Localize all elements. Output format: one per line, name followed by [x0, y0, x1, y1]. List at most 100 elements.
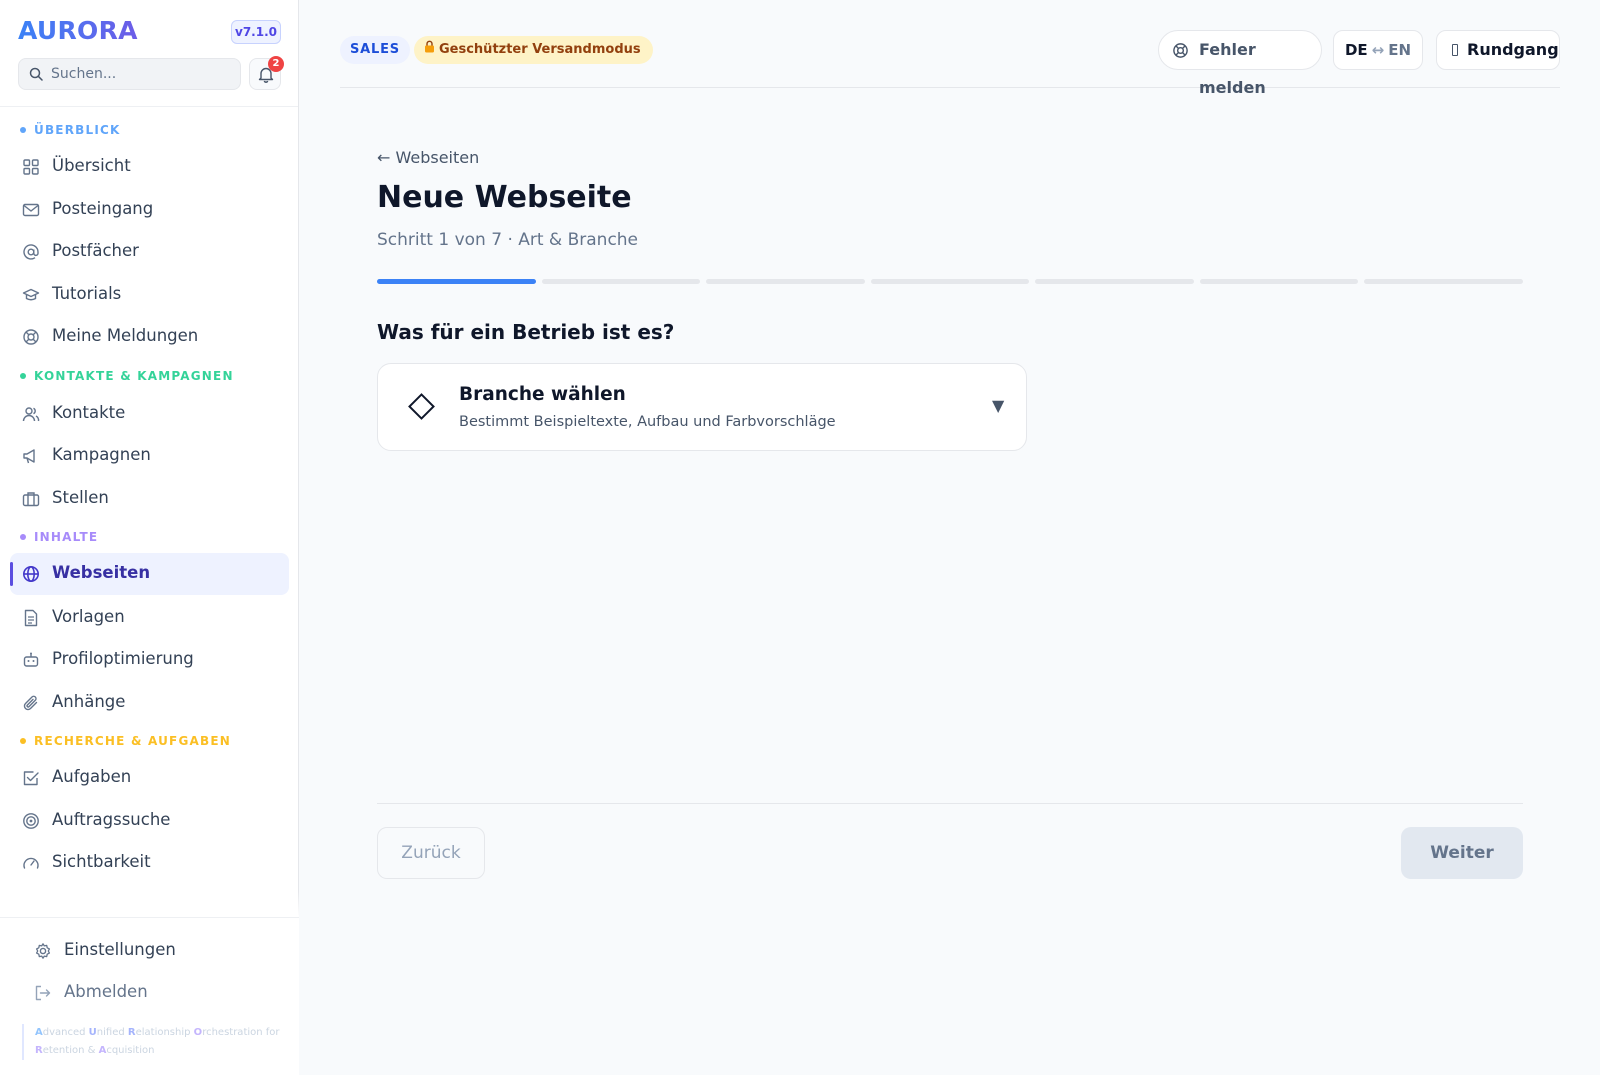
at-sign-icon	[23, 244, 39, 260]
file-text-icon	[24, 609, 38, 627]
brand-tagline: Advanced Unified Relationship Orchestrat…	[22, 1024, 282, 1060]
sidebar-item-label: Sichtbarkeit	[52, 852, 151, 871]
sidebar-item-vorlagen[interactable]: Vorlagen	[10, 597, 289, 639]
sidebar-item-label: Einstellungen	[64, 940, 176, 959]
report-bug-button[interactable]: Fehler melden	[1158, 30, 1322, 97]
sidebar-item-stellen[interactable]: Stellen	[10, 478, 289, 520]
sidebar-item-label: Abmelden	[64, 982, 148, 1001]
swap-arrow-icon: ↔	[1371, 41, 1385, 59]
sidebar-item-aufgaben[interactable]: Aufgaben	[10, 757, 289, 799]
briefcase-icon	[22, 492, 40, 507]
target-icon	[23, 813, 39, 829]
progress-segment	[706, 279, 865, 284]
tagline-word: Advanced	[35, 1027, 89, 1038]
caret-down-icon: ▼	[992, 396, 1005, 415]
next-button[interactable]: Weiter	[1401, 827, 1523, 879]
protected-mode-badge: Geschützter Versandmodus	[414, 36, 653, 64]
section-label-text: Inhalte	[34, 530, 99, 544]
sidebar-item-kampagnen[interactable]: Kampagnen	[10, 435, 289, 477]
progress-segment	[1364, 279, 1523, 284]
paperclip-icon	[23, 695, 38, 711]
users-icon	[22, 407, 40, 422]
gauge-icon	[23, 857, 39, 869]
lang-de: DE	[1344, 41, 1368, 59]
sidebar: AURORA v7.1.0 2 Überblick Übersicht Post…	[0, 0, 299, 1075]
section-label-research: Recherche & Aufgaben	[20, 734, 231, 748]
sidebar-item-anhaenge[interactable]: Anhänge	[10, 682, 289, 724]
tour-button[interactable]: Rundgang	[1436, 30, 1560, 70]
progress-segment	[1035, 279, 1194, 284]
sidebar-item-kontakte[interactable]: Kontakte	[10, 393, 289, 435]
brand-logo[interactable]: AURORA	[18, 16, 138, 45]
sidebar-item-label: Posteingang	[52, 199, 154, 218]
sidebar-item-label: Anhänge	[52, 692, 126, 711]
back-link-webseiten[interactable]: ← Webseiten	[377, 148, 479, 167]
sidebar-item-label: Webseiten	[52, 563, 151, 582]
sidebar-item-profiloptimierung[interactable]: Profiloptimierung	[10, 639, 289, 681]
tagline-word: Orchestration for	[193, 1027, 280, 1038]
section-label-content: Inhalte	[20, 530, 98, 544]
branche-select-title: Branche wählen	[459, 384, 626, 405]
section-dot	[20, 533, 26, 540]
tour-label: Rundgang	[1467, 40, 1559, 59]
tagline-word: Acquisition	[98, 1045, 155, 1056]
language-toggle[interactable]: DE ↔ EN	[1333, 30, 1423, 70]
search-input[interactable]	[51, 63, 231, 85]
sidebar-item-posteingang[interactable]: Posteingang	[10, 189, 289, 231]
globe-icon	[23, 566, 39, 582]
section-label-text: Recherche & Aufgaben	[34, 734, 231, 748]
report-bug-label: Fehler melden	[1199, 40, 1266, 97]
tour-icon	[1452, 44, 1458, 56]
section-dot	[20, 372, 26, 379]
notification-count-badge: 2	[268, 56, 284, 72]
sidebar-footer: Einstellungen Abmelden Advanced Unified …	[0, 917, 299, 1075]
lifebuoy-icon	[1173, 43, 1188, 58]
progress-segment	[541, 279, 701, 284]
lock-icon	[424, 36, 435, 64]
megaphone-icon	[23, 449, 35, 464]
section-dot	[20, 737, 26, 744]
tagline-word: Unified	[88, 1027, 128, 1038]
branche-select-description: Bestimmt Beispieltexte, Aufbau und Farbv…	[459, 414, 836, 430]
sidebar-item-label: Profiloptimierung	[52, 649, 194, 668]
back-button[interactable]: Zurück	[377, 827, 485, 879]
section-label-overview: Überblick	[20, 123, 121, 137]
sidebar-item-uebersicht[interactable]: Übersicht	[10, 146, 289, 188]
sales-badge: SALES	[340, 36, 410, 64]
branche-select[interactable]: Branche wählen Bestimmt Beispieltexte, A…	[377, 363, 1027, 451]
sidebar-item-webseiten[interactable]: Webseiten	[10, 553, 289, 595]
sidebar-item-label: Kontakte	[52, 403, 126, 422]
sidebar-item-meine-meldungen[interactable]: Meine Meldungen	[10, 316, 289, 358]
sidebar-item-auftragssuche[interactable]: Auftragssuche	[10, 800, 289, 842]
sidebar-item-sichtbarkeit[interactable]: Sichtbarkeit	[10, 842, 289, 884]
sidebar-item-postfaecher[interactable]: Postfächer	[10, 231, 289, 273]
version-badge: v7.1.0	[231, 20, 281, 44]
tagline-word: Relationship	[127, 1027, 194, 1038]
section-label-text: Kontakte & Kampagnen	[34, 369, 234, 383]
step-info: Schritt 1 von 7 · Art & Branche	[377, 230, 639, 250]
section-label-contacts: Kontakte & Kampagnen	[20, 369, 234, 383]
sidebar-item-abmelden[interactable]: Abmelden	[22, 972, 277, 1014]
search-icon	[29, 67, 43, 81]
divider	[377, 803, 1523, 804]
mail-icon	[22, 203, 40, 217]
logout-icon	[35, 985, 51, 1001]
section-dot	[20, 126, 26, 133]
sidebar-item-tutorials[interactable]: Tutorials	[10, 274, 289, 316]
gear-icon	[35, 943, 51, 959]
progress-segment	[1199, 279, 1359, 284]
nav-scroll-fade	[0, 891, 299, 917]
sidebar-item-einstellungen[interactable]: Einstellungen	[22, 930, 277, 972]
topbar: SALES Geschützter Versandmodus Fehler me…	[340, 0, 1560, 97]
progress-segment	[870, 279, 1030, 284]
step-progress	[377, 279, 1523, 285]
checkbox-icon	[23, 771, 39, 786]
sidebar-item-label: Meine Meldungen	[52, 326, 199, 345]
sidebar-item-label: Aufgaben	[52, 767, 132, 786]
progress-segment	[377, 279, 536, 284]
sidebar-item-label: Kampagnen	[52, 445, 151, 464]
step-question: Was für ein Betrieb ist es?	[377, 320, 675, 344]
lifebuoy-icon	[23, 329, 39, 345]
robot-icon	[23, 652, 39, 667]
search-box[interactable]	[18, 58, 241, 90]
